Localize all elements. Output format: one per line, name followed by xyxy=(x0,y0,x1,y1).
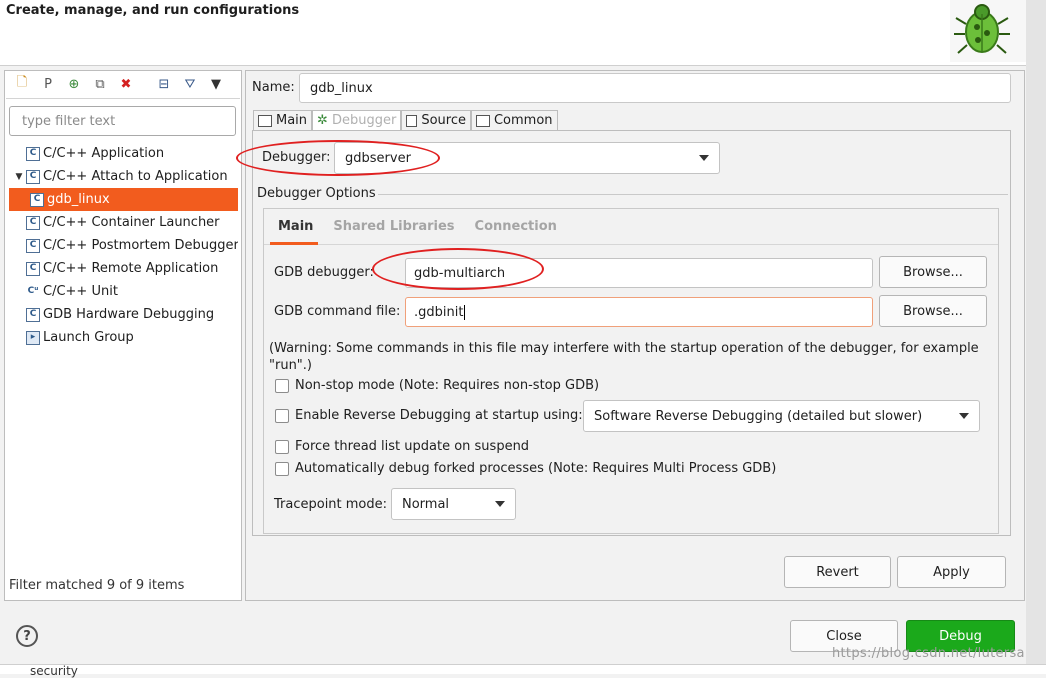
tree-item-gdb-hardware[interactable]: C GDB Hardware Debugging xyxy=(12,303,238,326)
tab-common[interactable]: Common xyxy=(470,110,558,131)
browse-command-button[interactable]: Browse... xyxy=(879,295,987,327)
c-config-icon: C xyxy=(26,215,40,230)
apply-button[interactable]: Apply xyxy=(897,556,1006,588)
tree-item-c-postmortem[interactable]: C C/C++ Postmortem Debugger xyxy=(12,234,238,257)
auto-fork-checkbox[interactable] xyxy=(275,461,289,476)
c-config-icon: C xyxy=(26,307,40,322)
delete-icon[interactable]: ✖ xyxy=(116,74,136,94)
revert-button[interactable]: Revert xyxy=(784,556,891,588)
gdb-debugger-label: GDB debugger: xyxy=(274,265,374,280)
options-tab-connection[interactable]: Connection xyxy=(475,219,557,234)
nonstop-checkbox[interactable] xyxy=(275,378,289,393)
source-tab-icon xyxy=(406,114,418,127)
c-config-icon: C xyxy=(26,169,40,184)
tree-item-c-attach[interactable]: ▼ C C/C++ Attach to Application xyxy=(12,165,238,188)
config-tabs: Main ✲ Debugger Source Common xyxy=(253,110,558,131)
tree-item-c-unit[interactable]: Cᵘ C/C++ Unit xyxy=(12,280,238,303)
c-unit-icon: Cᵘ xyxy=(26,284,40,299)
name-input[interactable]: gdb_linux xyxy=(299,73,1011,103)
reverse-mode-select[interactable]: Software Reverse Debugging (detailed but… xyxy=(583,400,980,432)
tree-item-gdb-linux[interactable]: C gdb_linux xyxy=(9,188,238,211)
filter-status: Filter matched 9 of 9 items xyxy=(9,578,185,593)
gdb-debugger-input[interactable]: gdb-multiarch xyxy=(405,258,873,288)
force-thread-checkbox-row[interactable]: Force thread list update on suspend xyxy=(275,439,529,454)
debug-bug-icon xyxy=(950,0,1026,62)
new-prototype-icon[interactable]: P xyxy=(38,74,58,94)
gdb-command-label: GDB command file: xyxy=(274,304,401,319)
watermark: https://blog.csdn.net/lutersa xyxy=(832,646,1025,661)
name-label: Name: xyxy=(252,80,295,95)
debugger-select[interactable]: gdbserver xyxy=(334,142,720,174)
text-cursor xyxy=(464,304,466,320)
gdb-command-input[interactable]: .gdbinit xyxy=(405,297,873,327)
background-window-strip xyxy=(0,664,1046,674)
reverse-checkbox-row[interactable]: Enable Reverse Debugging at startup usin… xyxy=(275,408,583,423)
tree-item-launch-group[interactable]: ▸ Launch Group xyxy=(12,326,238,349)
force-thread-checkbox[interactable] xyxy=(275,439,289,454)
browse-gdb-button[interactable]: Browse... xyxy=(879,256,987,288)
options-tabs: Main Shared Libraries Connection xyxy=(278,219,557,234)
collapse-all-icon[interactable]: ⊟ xyxy=(154,74,174,94)
dropdown-arrow-icon xyxy=(959,413,969,419)
config-toolbar: 🗋 P ⊕ ⧉ ✖ ⊟ ⛛ ▼ xyxy=(12,74,226,94)
tab-main[interactable]: Main xyxy=(253,110,313,131)
c-config-icon: C xyxy=(30,192,44,207)
toolbar-divider xyxy=(6,98,240,99)
group-divider xyxy=(378,194,1008,195)
duplicate-icon[interactable]: ⧉ xyxy=(90,74,110,94)
dialog-title: Create, manage, and run configurations xyxy=(6,3,300,18)
nonstop-checkbox-row[interactable]: Non-stop mode (Note: Requires non-stop G… xyxy=(275,378,599,393)
options-tab-separator xyxy=(264,244,998,245)
tab-source[interactable]: Source xyxy=(401,110,471,131)
tree-item-c-container[interactable]: C C/C++ Container Launcher xyxy=(12,211,238,234)
c-config-icon: C xyxy=(26,238,40,253)
menu-dropdown-icon[interactable]: ▼ xyxy=(206,74,226,94)
common-tab-icon xyxy=(475,114,490,127)
config-tree: C C/C++ Application ▼ C C/C++ Attach to A… xyxy=(9,142,238,349)
dropdown-arrow-icon xyxy=(699,155,709,161)
options-tab-shared-libraries[interactable]: Shared Libraries xyxy=(333,219,454,234)
tab-debugger[interactable]: ✲ Debugger xyxy=(312,110,402,131)
bug-tab-icon: ✲ xyxy=(317,113,328,128)
command-file-warning: (Warning: Some commands in this file may… xyxy=(269,341,979,373)
filter-input[interactable] xyxy=(9,106,236,136)
expand-arrow-icon[interactable]: ▼ xyxy=(12,172,26,182)
help-icon[interactable]: ? xyxy=(16,625,38,647)
new-config-icon[interactable]: 🗋 xyxy=(12,74,32,94)
reverse-checkbox[interactable] xyxy=(275,408,289,423)
debugger-options-label: Debugger Options xyxy=(257,186,376,201)
tree-item-c-application[interactable]: C C/C++ Application xyxy=(12,142,238,165)
c-config-icon: C xyxy=(26,146,40,161)
debugger-label: Debugger: xyxy=(262,150,331,165)
tree-item-c-remote[interactable]: C C/C++ Remote Application xyxy=(12,257,238,280)
c-config-icon: C xyxy=(26,261,40,276)
export-icon[interactable]: ⊕ xyxy=(64,74,84,94)
main-tab-icon xyxy=(258,114,272,127)
launch-group-icon: ▸ xyxy=(26,330,40,345)
window-edge xyxy=(1026,0,1046,674)
filter-icon[interactable]: ⛛ xyxy=(180,74,200,94)
options-tab-main[interactable]: Main xyxy=(278,219,313,234)
tracepoint-label: Tracepoint mode: xyxy=(274,497,388,512)
auto-fork-checkbox-row[interactable]: Automatically debug forked processes (No… xyxy=(275,461,776,476)
background-tree-item: security xyxy=(30,664,78,678)
active-tab-indicator xyxy=(270,242,318,245)
dropdown-arrow-icon xyxy=(495,501,505,507)
tracepoint-select[interactable]: Normal xyxy=(391,488,516,520)
